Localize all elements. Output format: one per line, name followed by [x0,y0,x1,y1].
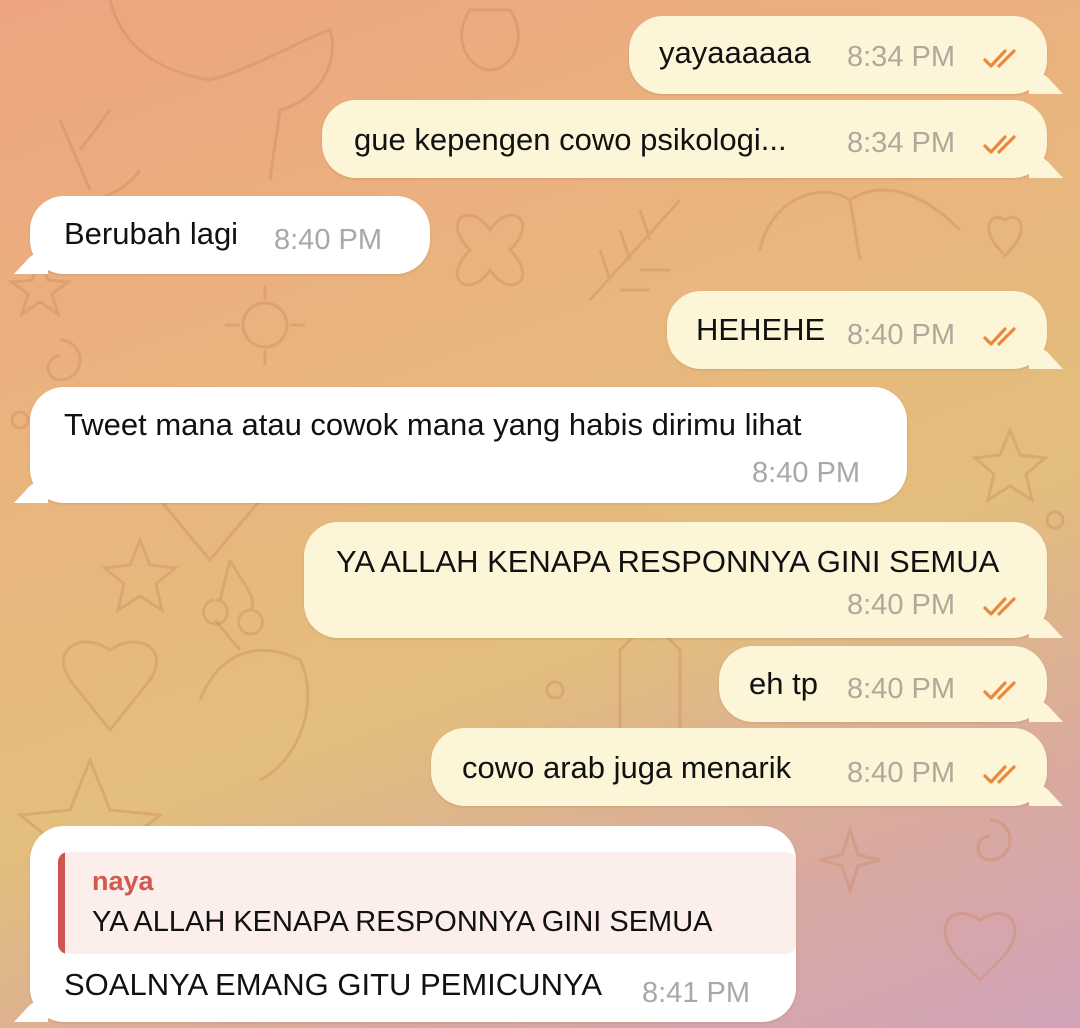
incoming-message[interactable]: Berubah lagi 8:40 PM [30,196,430,274]
message-time: 8:40 PM [274,224,382,256]
outgoing-message[interactable]: cowo arab juga menarik 8:40 PM [431,728,1047,806]
dot-doodle [10,410,30,430]
double-check-icon [983,597,1016,616]
outgoing-message[interactable]: YA ALLAH KENAPA RESPONNYA GINI SEMUA 8:4… [304,522,1047,638]
double-check-icon [983,135,1016,154]
outgoing-message[interactable]: yayaaaaaa 8:34 PM [629,16,1047,94]
message-text: Berubah lagi [64,216,239,251]
message-text: eh tp [749,666,818,701]
double-check-icon [983,765,1016,784]
heart-doodle [987,215,1023,259]
cherries-doodle [202,559,264,636]
strawberry-doodle [460,8,520,72]
message-text: YA ALLAH KENAPA RESPONNYA GINI SEMUA [336,544,1000,579]
crystal-doodle [618,617,682,742]
message-time: 8:40 PM [847,589,955,621]
star-doodle-2 [101,535,179,614]
message-time: 8:34 PM [847,127,955,159]
message-time: 8:40 PM [752,457,860,489]
sun-rays-doodle [225,285,305,365]
reply-accent-bar [58,852,65,954]
star-doodle-4 [971,425,1049,504]
double-check-icon [983,49,1016,68]
sun-doodle [241,301,289,349]
heart-doodle-2 [943,912,1017,983]
message-text: yayaaaaaa [659,35,811,70]
message-time: 8:41 PM [642,977,750,1009]
swirl-doodle [976,818,1012,862]
outgoing-message[interactable]: gue kepengen cowo psikologi... 8:34 PM [322,100,1047,178]
sparkle-doodle [819,825,881,895]
fern-doodle [588,198,682,302]
incoming-message[interactable]: Tweet mana atau cowok mana yang habis di… [30,387,907,503]
message-time: 8:40 PM [847,319,955,351]
reply-sender-name: naya [92,866,154,896]
unicorn-doodle [108,0,335,181]
message-text: cowo arab juga menarik [462,750,792,785]
message-text: HEHEHE [696,312,826,347]
swirl-doodle [46,338,82,382]
reply-quote[interactable]: naya YA ALLAH KENAPA RESPONNYA GINI SEMU… [58,852,796,954]
dot-doodle [545,680,565,700]
dot-doodle [1045,510,1065,530]
message-time: 8:40 PM [847,673,955,705]
incoming-reply-message[interactable]: naya YA ALLAH KENAPA RESPONNYA GINI SEMU… [30,826,796,1022]
double-check-icon [983,681,1016,700]
message-text: Tweet mana atau cowok mana yang habis di… [64,407,802,442]
crystal-heart-doodle [62,640,158,733]
message-text: gue kepengen cowo psikologi... [354,122,787,157]
double-check-icon [983,327,1016,346]
message-time: 8:40 PM [847,757,955,789]
reply-quoted-text: YA ALLAH KENAPA RESPONNYA GINI SEMUA [92,906,713,938]
flower-doodle [455,213,525,287]
message-text: SOALNYA EMANG GITU PEMICUNYA [64,967,603,1002]
pegasus-doodle [758,188,962,261]
message-time: 8:34 PM [847,41,955,73]
unicorn-head-doodle [198,619,310,782]
outgoing-message[interactable]: HEHEHE 8:40 PM [667,291,1047,369]
outgoing-message[interactable]: eh tp 8:40 PM [719,646,1047,722]
